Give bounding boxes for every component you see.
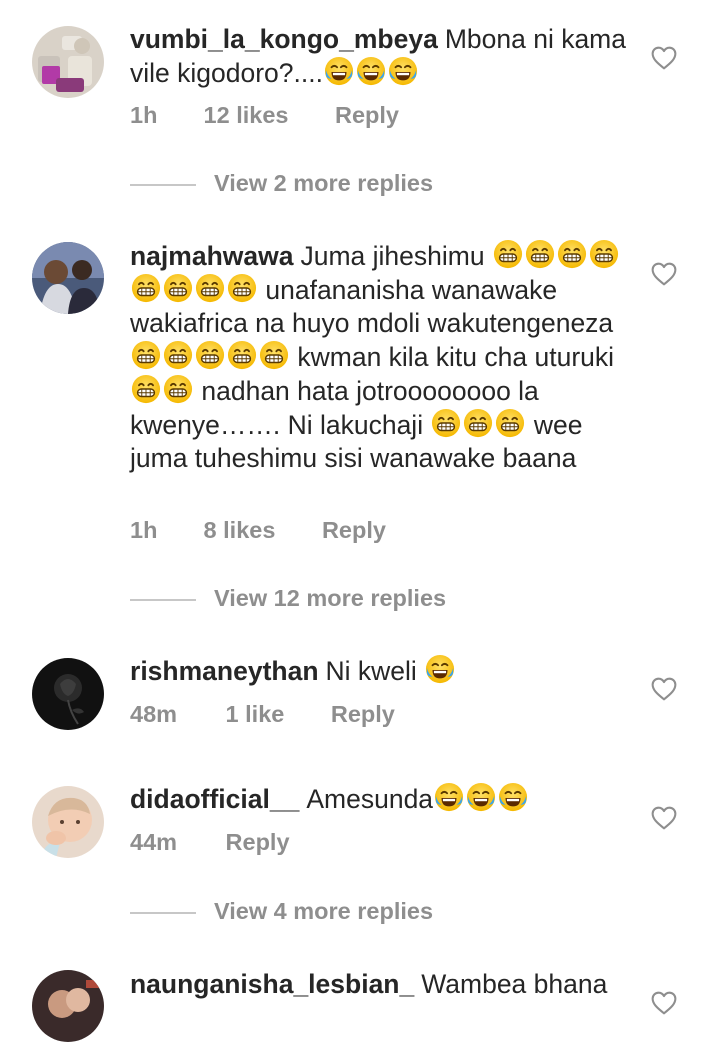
- view-more-label: View 2 more replies: [214, 170, 434, 196]
- avatar[interactable]: [32, 786, 104, 858]
- beaming-face-emoji: [493, 239, 523, 269]
- username[interactable]: rishmaneythan: [130, 656, 319, 686]
- view-more-label: View 4 more replies: [214, 898, 434, 924]
- timestamp: 44m: [130, 829, 178, 855]
- reply-button[interactable]: Reply: [331, 700, 395, 728]
- comment-text: najmahwawa Juma jiheshimu unafananisha wa…: [130, 239, 630, 475]
- timestamp: 1h: [130, 102, 158, 128]
- face-with-tears-of-joy-emoji: [498, 782, 528, 812]
- beaming-face-emoji: [525, 239, 555, 269]
- reply-button[interactable]: Reply: [322, 516, 386, 544]
- reply-button[interactable]: Reply: [335, 101, 399, 129]
- likes-count[interactable]: 8 likes: [204, 516, 276, 544]
- view-more-replies-button[interactable]: View 2 more replies: [130, 168, 433, 198]
- view-more-replies-button[interactable]: View 4 more replies: [130, 896, 433, 926]
- view-more-replies-button[interactable]: View 12 more replies: [130, 583, 446, 613]
- beaming-face-emoji: [131, 340, 161, 370]
- beaming-face-emoji: [227, 273, 257, 303]
- heart-outline-icon[interactable]: [651, 991, 677, 1015]
- username[interactable]: naunganisha_lesbian_: [130, 969, 414, 999]
- avatar[interactable]: [32, 26, 104, 98]
- comment-text: naunganisha_lesbian_ Wambea bhana: [130, 968, 630, 1001]
- heart-outline-icon[interactable]: [651, 46, 677, 70]
- comment-text: rishmaneythan Ni kweli: [130, 654, 630, 688]
- face-with-tears-of-joy-emoji: [425, 654, 455, 684]
- comment-meta: 1h 8 likes Reply: [130, 516, 386, 544]
- comment-text-content: Amesunda: [306, 784, 434, 814]
- comment-text: vumbi_la_kongo_mbeya Mbona ni kama vile k…: [130, 23, 630, 90]
- face-with-tears-of-joy-emoji: [466, 782, 496, 812]
- beaming-face-emoji: [557, 239, 587, 269]
- username[interactable]: najmahwawa: [130, 241, 293, 271]
- beaming-face-emoji: [195, 273, 225, 303]
- avatar[interactable]: [32, 970, 104, 1042]
- beaming-face-emoji: [163, 374, 193, 404]
- comment-text-content: Wambea bhana: [421, 969, 608, 999]
- comment-meta: 48m 1 like Reply: [130, 700, 395, 728]
- beaming-face-emoji: [431, 408, 461, 438]
- beaming-face-emoji: [463, 408, 493, 438]
- username[interactable]: vumbi_la_kongo_mbeya: [130, 24, 438, 54]
- beaming-face-emoji: [131, 273, 161, 303]
- divider: [130, 598, 196, 601]
- divider: [130, 183, 196, 186]
- beaming-face-emoji: [227, 340, 257, 370]
- beaming-face-emoji: [131, 374, 161, 404]
- timestamp: 1h: [130, 517, 158, 543]
- beaming-face-emoji: [163, 340, 193, 370]
- beaming-face-emoji: [163, 273, 193, 303]
- face-with-tears-of-joy-emoji: [434, 782, 464, 812]
- avatar[interactable]: [32, 242, 104, 314]
- comment-meta: 44m Reply: [130, 828, 290, 856]
- likes-count[interactable]: 12 likes: [204, 101, 289, 129]
- heart-outline-icon[interactable]: [651, 677, 677, 701]
- divider: [130, 911, 196, 914]
- beaming-face-emoji: [259, 340, 289, 370]
- heart-outline-icon[interactable]: [651, 262, 677, 286]
- username[interactable]: didaofficial__: [130, 784, 299, 814]
- comment-meta: 1h 12 likes Reply: [130, 101, 399, 129]
- view-more-label: View 12 more replies: [214, 585, 447, 611]
- beaming-face-emoji: [195, 340, 225, 370]
- beaming-face-emoji: [589, 239, 619, 269]
- timestamp: 48m: [130, 701, 178, 727]
- reply-button[interactable]: Reply: [226, 828, 290, 856]
- likes-count[interactable]: 1 like: [226, 700, 285, 728]
- beaming-face-emoji: [495, 408, 525, 438]
- face-with-tears-of-joy-emoji: [356, 56, 386, 86]
- comment-text-content: Ni kweli: [325, 656, 425, 686]
- face-with-tears-of-joy-emoji: [324, 56, 354, 86]
- avatar[interactable]: [32, 658, 104, 730]
- face-with-tears-of-joy-emoji: [388, 56, 418, 86]
- comment-text-content: kwman kila kitu cha uturuki: [290, 342, 615, 372]
- comment-text-content: Juma jiheshimu: [300, 241, 492, 271]
- comment-text: didaofficial__ Amesunda: [130, 782, 630, 816]
- heart-outline-icon[interactable]: [651, 806, 677, 830]
